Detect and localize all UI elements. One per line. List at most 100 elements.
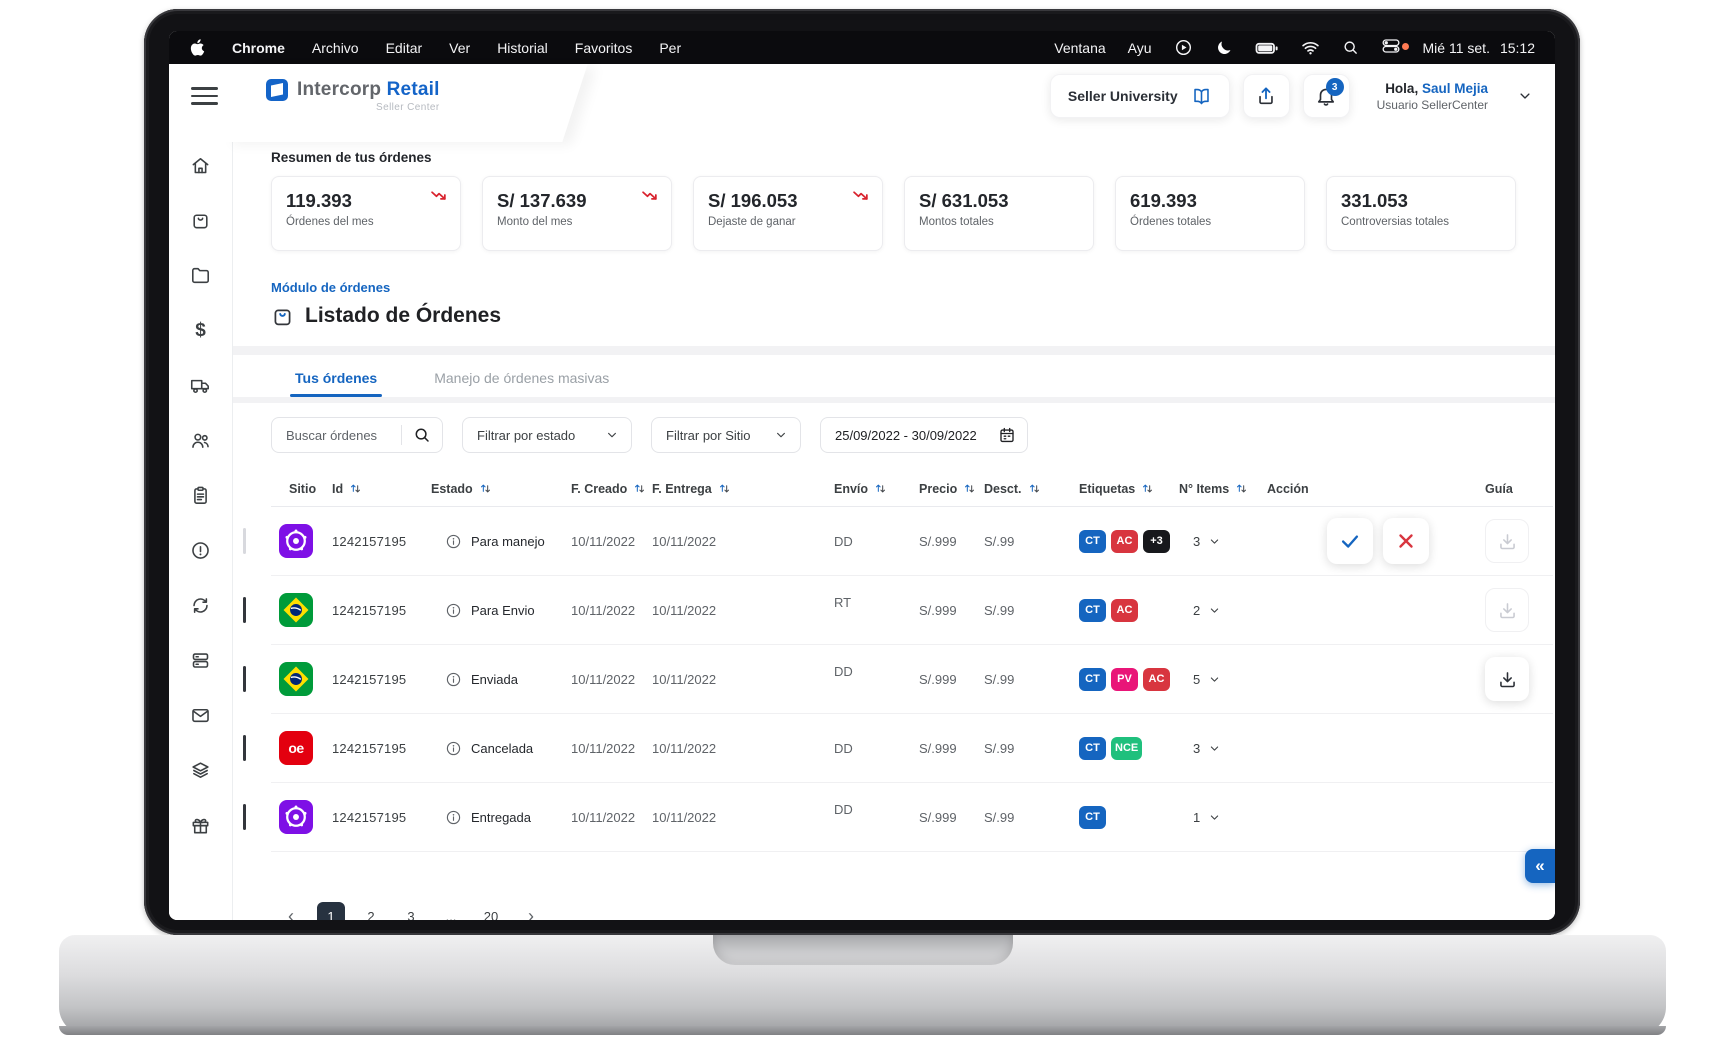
sidebar-item-5[interactable] — [169, 413, 232, 468]
search-icon[interactable] — [1342, 39, 1359, 56]
sidebar-item-11[interactable] — [169, 743, 232, 798]
download-icon — [1497, 600, 1518, 621]
brand-logo[interactable]: Intercorp Retail Seller Center — [266, 79, 440, 113]
payments-dollar-icon: $ — [195, 320, 206, 342]
items-dropdown[interactable]: 1 — [1179, 810, 1267, 825]
sidebar-item-10[interactable] — [169, 688, 232, 743]
column-header-etiquetas[interactable]: Etiquetas — [1079, 481, 1179, 496]
column-header-f-entrega[interactable]: F. Entrega — [652, 481, 834, 496]
info-icon — [445, 740, 462, 757]
pagination-next[interactable]: › — [517, 902, 545, 920]
summary-card-label: Monto del mes — [497, 216, 657, 228]
sidebar-item-8[interactable] — [169, 578, 232, 633]
fecha-entrega-cell: 10/11/2022 — [652, 534, 834, 549]
menubar-item-2[interactable]: Editar — [386, 40, 423, 56]
messages-mail-icon — [190, 705, 211, 726]
seller-university-button[interactable]: Seller University — [1050, 74, 1230, 118]
column-header-estado[interactable]: Estado — [431, 481, 571, 496]
sidebar-item-3[interactable]: $ — [169, 303, 232, 358]
menu-hamburger-icon[interactable] — [191, 87, 218, 105]
menubar-item-6[interactable]: Per — [659, 40, 681, 56]
battery-icon[interactable] — [1255, 36, 1279, 60]
site-purple-icon — [279, 524, 313, 558]
etiquetas-cell: CTPVAC — [1079, 668, 1179, 691]
pagination-page-3[interactable]: 3 — [397, 902, 425, 920]
filter-sitio-label: Filtrar por Sitio — [666, 428, 751, 443]
filter-sitio-dropdown[interactable]: Filtrar por Sitio — [651, 417, 801, 453]
calendar-icon — [998, 426, 1016, 444]
accion-cell — [1267, 518, 1461, 564]
pagination-page-2[interactable]: 2 — [357, 902, 385, 920]
menubar-item-4[interactable]: Historial — [497, 40, 548, 56]
menubar-item-5[interactable]: Favoritos — [575, 40, 633, 56]
summary-title: Resumen de tus órdenes — [271, 150, 1553, 165]
pagination-prev[interactable]: ‹ — [277, 902, 305, 920]
menubar-item-1[interactable]: Archivo — [312, 40, 359, 56]
table-row: 1242157195Para manejo10/11/202210/11/202… — [271, 507, 1553, 576]
sidebar-item-4[interactable] — [169, 358, 232, 413]
user-info[interactable]: Hola, Saul Mejia Usuario SellerCenter — [1377, 81, 1488, 112]
pagination-page-20[interactable]: 20 — [477, 902, 505, 920]
orders-title-bag-icon — [271, 305, 294, 328]
download-icon — [1497, 531, 1518, 552]
menubar-item-3[interactable]: Ver — [449, 40, 470, 56]
sidebar-item-0[interactable] — [169, 138, 232, 193]
x-icon — [1395, 530, 1417, 552]
pagination-page-...[interactable]: ... — [437, 902, 465, 920]
column-header-n-items[interactable]: N° Items — [1179, 481, 1267, 496]
column-header-precio[interactable]: Precio — [919, 481, 984, 496]
download-guia-button[interactable] — [1485, 657, 1529, 701]
summary-card-value: 331.053 — [1341, 190, 1501, 212]
user-greeting: Hola, Saul Mejia — [1385, 81, 1488, 96]
sidebar-item-6[interactable] — [169, 468, 232, 523]
sidebar-item-9[interactable] — [169, 633, 232, 688]
control-center-wrap[interactable] — [1381, 36, 1401, 59]
info-icon — [445, 602, 462, 619]
sidebar-item-7[interactable] — [169, 523, 232, 578]
notifications-button[interactable]: 3 — [1303, 74, 1350, 118]
sidebar-item-2[interactable] — [169, 248, 232, 303]
info-icon — [445, 809, 462, 826]
notification-dot — [1402, 43, 1409, 50]
row-indicator — [243, 735, 246, 761]
main-content: Resumen de tus órdenes 119.393Órdenes de… — [233, 128, 1555, 920]
tab-1[interactable]: Manejo de órdenes masivas — [429, 370, 614, 397]
sidebar-item-1[interactable] — [169, 193, 232, 248]
laptop-bezel: Chrome Archivo Editar Ver Historial Favoritos… — [144, 9, 1580, 935]
table-header-row: SitioIdEstadoF. CreadoF. EntregaEnvíoPre… — [271, 471, 1553, 507]
upload-button[interactable] — [1243, 74, 1290, 118]
breadcrumb[interactable]: Módulo de órdenes — [271, 280, 390, 295]
column-header-desct-[interactable]: Desct. — [984, 481, 1079, 496]
items-dropdown[interactable]: 2 — [1179, 603, 1267, 618]
apple-logo-icon[interactable] — [189, 38, 205, 57]
items-dropdown[interactable]: 5 — [1179, 672, 1267, 687]
search-icon[interactable] — [413, 426, 431, 444]
date-range-picker[interactable]: 25/09/2022 - 30/09/2022 — [820, 417, 1028, 453]
search-input[interactable]: Buscar órdenes — [271, 417, 443, 453]
app-body: $ Resumen de tus órdenes 119.393Órdenes … — [169, 128, 1555, 920]
column-header-id[interactable]: Id — [321, 481, 431, 496]
tag-CT: CT — [1079, 806, 1106, 829]
menubar-right-item-1[interactable]: Ayu — [1128, 40, 1152, 56]
tab-0[interactable]: Tus órdenes — [290, 370, 382, 397]
menubar-right-item-0[interactable]: Ventana — [1054, 40, 1105, 56]
moon-icon[interactable] — [1215, 39, 1233, 57]
reject-button[interactable] — [1383, 518, 1429, 564]
menubar-clock[interactable]: Mié 11 set.15:12 — [1423, 40, 1535, 56]
approve-button[interactable] — [1327, 518, 1373, 564]
wifi-icon[interactable] — [1301, 38, 1320, 57]
items-dropdown[interactable]: 3 — [1179, 534, 1267, 549]
filter-estado-dropdown[interactable]: Filtrar por estado — [462, 417, 632, 453]
column-header-env-o[interactable]: Envío — [834, 481, 919, 496]
items-dropdown[interactable]: 3 — [1179, 741, 1267, 756]
sort-icon — [348, 481, 363, 496]
play-circle-icon[interactable] — [1174, 38, 1193, 57]
pagination-page-1[interactable]: 1 — [317, 902, 345, 920]
sidebar-item-12[interactable] — [169, 798, 232, 853]
column-header-f-creado[interactable]: F. Creado — [571, 481, 652, 496]
summary-card-value: 619.393 — [1130, 190, 1290, 212]
order-id-cell: 1242157195 — [321, 741, 431, 756]
collapse-drawer-button[interactable]: « — [1525, 849, 1555, 883]
menubar-item-0[interactable]: Chrome — [232, 40, 285, 56]
chevron-down-icon[interactable] — [1517, 88, 1533, 104]
